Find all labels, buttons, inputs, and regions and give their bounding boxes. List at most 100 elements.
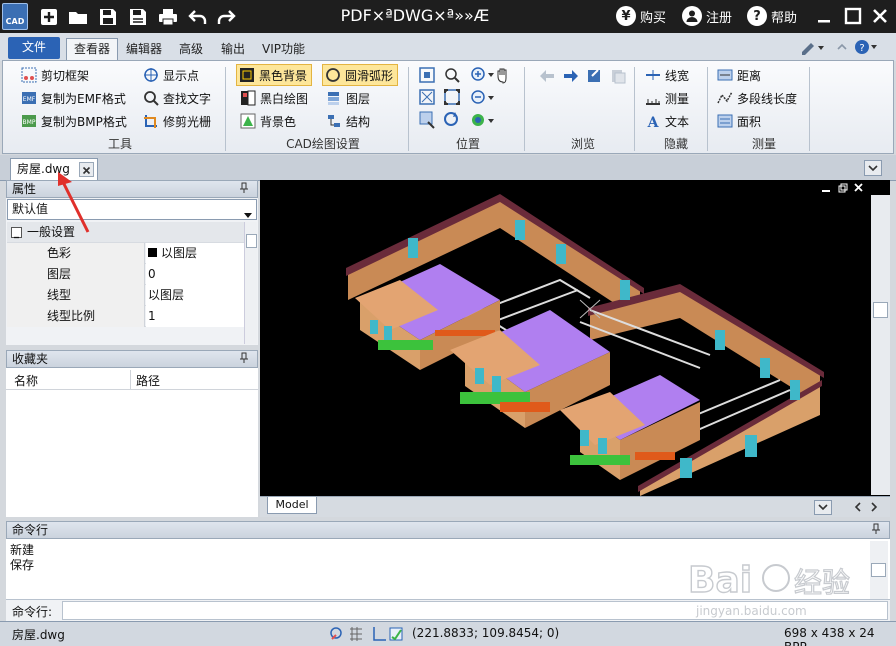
scroll-thumb[interactable] <box>246 234 257 248</box>
layout-dropdown-icon[interactable] <box>814 500 832 515</box>
canvas-vertical-scrollbar[interactable] <box>871 195 890 495</box>
property-row[interactable]: 线型 以图层 <box>7 285 244 306</box>
ortho-icon <box>373 627 386 641</box>
file-menu-button[interactable]: 文件 <box>8 37 60 59</box>
scroll-thumb[interactable] <box>873 302 888 318</box>
distance-icon <box>717 69 733 81</box>
copy-emf-button[interactable]: EMF 复制为EMF格式 <box>21 87 126 109</box>
pan-hand-icon <box>497 68 507 84</box>
save-as-icon[interactable] <box>127 6 149 28</box>
property-row[interactable]: 图层 0 <box>7 264 244 285</box>
customize-icon[interactable] <box>800 40 826 56</box>
redo-icon[interactable] <box>215 6 237 28</box>
measure-toggle-button[interactable]: 测量 <box>645 87 689 109</box>
structure-button[interactable]: 结构 <box>326 110 370 132</box>
collapse-icon[interactable] <box>11 227 22 239</box>
properties-selector[interactable]: 默认值 <box>7 199 257 220</box>
text-toggle-button[interactable]: A 文本 <box>645 110 689 132</box>
save-icon[interactable] <box>97 6 119 28</box>
print-icon[interactable] <box>157 6 179 28</box>
cut-frame-button[interactable]: 剪切框架 <box>21 64 89 86</box>
undo-icon[interactable] <box>187 6 209 28</box>
measure-toggle-label: 测量 <box>665 91 690 106</box>
column-divider[interactable] <box>130 370 131 390</box>
copy-bmp-button[interactable]: BMP 复制为BMP格式 <box>21 110 127 132</box>
column-name[interactable]: 名称 <box>14 372 38 389</box>
arrow-up-icon[interactable] <box>836 41 848 53</box>
properties-selected-value: 默认值 <box>12 202 49 216</box>
ribbon-separator <box>707 67 708 151</box>
model-tab[interactable]: Model <box>267 497 317 514</box>
property-row[interactable]: 色彩 以图层 <box>7 243 244 264</box>
polyline-length-button[interactable]: 多段线长度 <box>717 87 797 109</box>
tab-list-dropdown-icon[interactable] <box>864 160 882 176</box>
minimize-icon[interactable] <box>814 6 834 26</box>
show-points-button[interactable]: 显示点 <box>143 64 199 86</box>
find-text-button[interactable]: 查找文字 <box>143 87 211 109</box>
pin-icon[interactable] <box>238 182 250 194</box>
scroll-thumb[interactable] <box>871 563 886 577</box>
properties-panel: 属性 默认值 一般设置 色彩 以图层 图层 0 线型 以图层 线型比例 1 <box>6 180 258 345</box>
bw-icon <box>241 90 256 106</box>
app-logo-icon[interactable]: CAD <box>2 3 28 30</box>
line-width-label: 线宽 <box>665 68 690 83</box>
command-title: 命令行 <box>12 523 49 537</box>
open-folder-icon[interactable] <box>67 6 89 28</box>
column-path[interactable]: 路径 <box>136 372 160 389</box>
drawing-canvas[interactable] <box>260 180 890 516</box>
ruler-icon <box>646 99 660 105</box>
distance-button[interactable]: 距离 <box>717 64 761 86</box>
polyline-icon <box>717 91 733 104</box>
window-title: PDF×ªDWG×ª»»Æ <box>340 6 490 25</box>
command-panel: 命令行 新建 保存 命令行: <box>6 521 890 621</box>
ribbon-separator <box>225 67 226 151</box>
area-button[interactable]: 面积 <box>717 110 761 132</box>
cut-frame-label: 剪切框架 <box>41 68 90 83</box>
property-row[interactable]: 线型比例 1 <box>7 306 244 327</box>
bw-drawing-button[interactable]: 黑白绘图 <box>240 87 308 109</box>
distance-label: 距离 <box>737 68 762 83</box>
crosshair-icon <box>144 68 158 82</box>
arc-icon <box>326 68 340 82</box>
export-icon <box>588 69 600 82</box>
black-background-button[interactable]: 黑色背景 <box>236 64 313 86</box>
smooth-arc-button[interactable]: 圆滑弧形 <box>322 64 399 86</box>
house-drawing <box>346 194 824 496</box>
maximize-icon[interactable] <box>843 6 863 26</box>
tab-advanced[interactable]: 高级 <box>171 38 211 60</box>
tab-viewer[interactable]: 查看器 <box>66 38 119 60</box>
close-icon[interactable] <box>870 6 890 26</box>
layers-button[interactable]: 图层 <box>326 87 370 109</box>
help-dropdown-icon[interactable]: ? <box>854 38 880 56</box>
command-input[interactable] <box>62 601 888 620</box>
tab-editor[interactable]: 编辑器 <box>118 38 170 60</box>
layers-label: 图层 <box>346 91 371 106</box>
help-button[interactable]: ? 帮助 <box>747 5 797 27</box>
find-icon <box>144 91 159 106</box>
buy-button[interactable]: ¥ 购买 <box>616 5 666 27</box>
properties-scrollbar[interactable] <box>244 222 257 344</box>
new-file-icon[interactable] <box>38 6 60 28</box>
background-color-button[interactable]: 背景色 <box>240 110 296 132</box>
properties-header: 属性 <box>6 180 258 198</box>
bmp-icon: BMP <box>22 115 36 127</box>
move-icon <box>419 111 435 129</box>
bw-drawing-label: 黑白绘图 <box>260 91 309 106</box>
snap-icon <box>330 627 342 640</box>
tab-output[interactable]: 输出 <box>213 38 253 60</box>
trim-raster-button[interactable]: 修剪光栅 <box>143 110 211 132</box>
svg-text:A: A <box>647 115 660 129</box>
status-tool-icons <box>328 625 406 643</box>
register-button[interactable]: 注册 <box>682 5 732 27</box>
zoom-window-icon <box>445 68 460 83</box>
property-section-row[interactable]: 一般设置 <box>7 222 244 243</box>
tab-vip[interactable]: VIP功能 <box>254 38 313 60</box>
nav-right-icon <box>871 502 878 512</box>
property-name: 色彩 <box>7 243 145 264</box>
svg-text:BMP: BMP <box>23 119 36 126</box>
palette-icon <box>240 113 256 129</box>
pin-icon[interactable] <box>870 523 882 535</box>
line-width-button[interactable]: 线宽 <box>645 64 689 86</box>
command-scrollbar[interactable] <box>870 541 888 599</box>
pin-icon[interactable] <box>238 352 250 364</box>
